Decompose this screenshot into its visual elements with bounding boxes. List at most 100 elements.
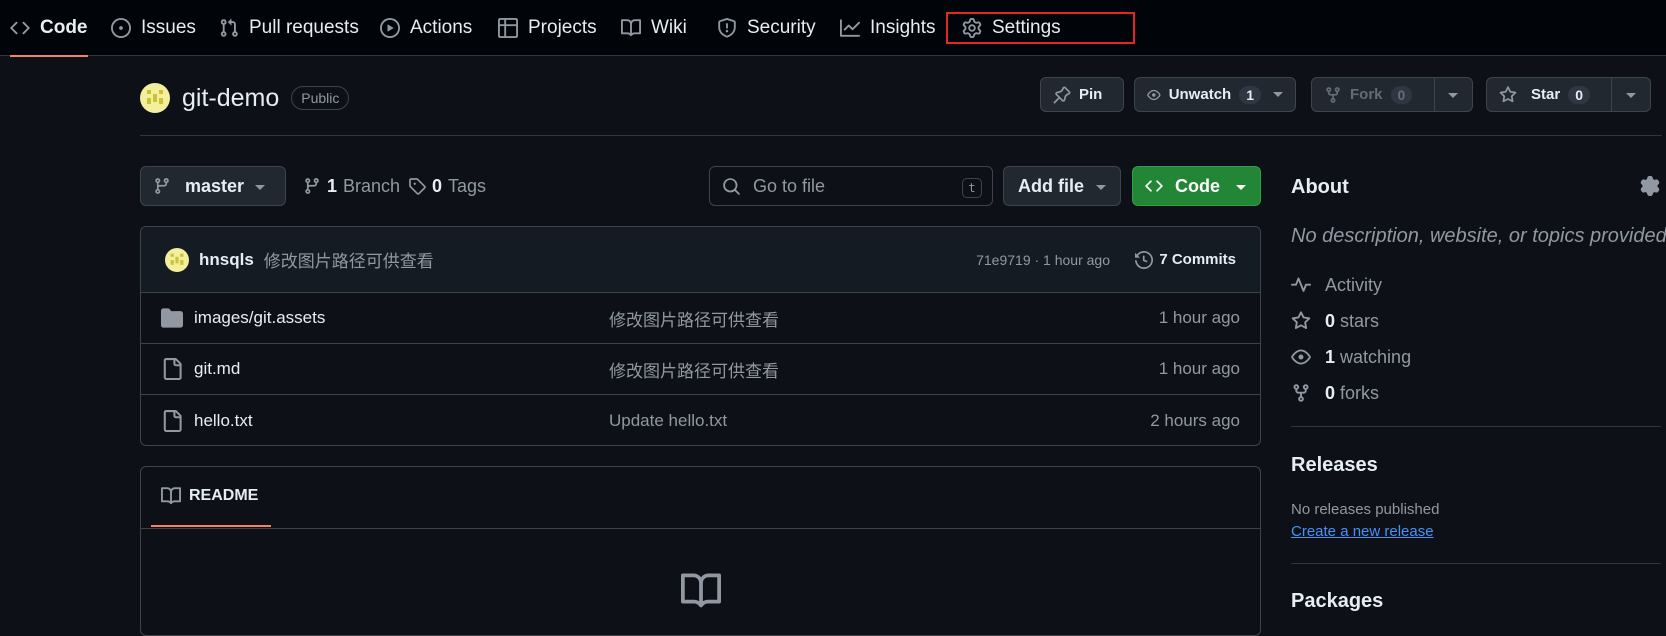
fork-button[interactable]: Fork 0 <box>1311 77 1473 112</box>
identicon-icon <box>170 253 184 265</box>
watch-count: 1 <box>1239 85 1261 104</box>
readme-tab[interactable]: README <box>151 467 271 527</box>
visibility-badge: Public <box>291 86 350 110</box>
commit-message[interactable]: 修改图片路径可供查看 <box>264 247 434 272</box>
branch-selector[interactable]: master <box>140 166 286 206</box>
packages-title[interactable]: Packages <box>1291 590 1383 613</box>
watching-label: watching <box>1340 346 1412 367</box>
commits-count: 7 Commits <box>1159 251 1236 268</box>
file-icon <box>163 358 182 380</box>
commit-hash-time[interactable]: 71e9719 · 1 hour ago <box>976 252 1110 268</box>
graph-icon <box>840 19 860 37</box>
sidebar-divider <box>1291 426 1661 427</box>
chevron-down-icon[interactable] <box>1448 93 1458 98</box>
pin-icon <box>1053 86 1071 103</box>
go-to-file-input[interactable]: Go to file t <box>709 166 993 206</box>
file-icon <box>163 409 182 432</box>
add-file-button[interactable]: Add file <box>1003 166 1121 206</box>
chevron-down-icon <box>1096 185 1106 190</box>
forks-link[interactable]: 0 forks <box>1291 380 1379 406</box>
file-name[interactable]: images/git.assets <box>194 308 325 328</box>
commits-link[interactable]: 7 Commits <box>1135 250 1236 269</box>
issue-icon <box>111 18 131 38</box>
file-commit-message[interactable]: 修改图片路径可供查看 <box>609 357 779 382</box>
header-divider <box>140 135 1662 136</box>
forks-count: 0 <box>1325 382 1336 403</box>
button-divider <box>1611 78 1612 111</box>
code-button[interactable]: Code <box>1132 166 1261 206</box>
tag-icon <box>409 178 426 195</box>
shield-icon <box>718 18 736 38</box>
file-time: 2 hours ago <box>1150 410 1240 430</box>
pull-request-icon <box>220 18 238 37</box>
tab-security[interactable]: Security <box>717 0 816 56</box>
book-icon <box>681 573 721 608</box>
chevron-down-icon <box>1236 185 1246 190</box>
avatar[interactable] <box>165 247 189 272</box>
tab-insights[interactable]: Insights <box>840 0 935 56</box>
unwatch-button[interactable]: Unwatch 1 <box>1134 77 1296 112</box>
tab-label: Pull requests <box>249 17 359 38</box>
eye-icon <box>1147 89 1161 100</box>
tab-label: Insights <box>870 17 936 38</box>
avatar[interactable] <box>140 83 170 113</box>
file-row[interactable]: hello.txt Update hello.txt 2 hours ago <box>141 395 1260 445</box>
tab-label: Security <box>747 17 816 38</box>
pulse-icon <box>1291 277 1311 292</box>
file-name[interactable]: hello.txt <box>194 411 253 431</box>
stars-label: stars <box>1340 310 1380 331</box>
chevron-down-icon <box>255 185 265 190</box>
settings-highlight-box <box>946 12 1135 44</box>
tags-link[interactable]: 0 Tags <box>408 166 486 206</box>
tab-code[interactable]: Code <box>10 0 88 57</box>
branches-link[interactable]: 1 Branch <box>303 166 400 206</box>
eye-icon <box>1291 349 1311 365</box>
file-time: 1 hour ago <box>1158 308 1240 327</box>
pin-button[interactable]: Pin <box>1040 77 1124 112</box>
chevron-down-icon <box>1273 92 1283 97</box>
chevron-down-icon[interactable] <box>1626 93 1636 98</box>
gear-icon[interactable] <box>1640 176 1660 196</box>
branch-count: 1 <box>327 175 338 196</box>
file-row[interactable]: git.md 修改图片路径可供查看 1 hour ago <box>141 344 1260 395</box>
file-browser: hnsqls 修改图片路径可供查看 71e9719 · 1 hour ago 7… <box>140 226 1261 446</box>
fork-label: Fork <box>1350 86 1383 103</box>
pin-label: Pin <box>1079 86 1103 103</box>
tab-issues[interactable]: Issues <box>111 0 196 56</box>
fork-count: 0 <box>1390 85 1413 104</box>
shortcut-key: t <box>962 178 982 198</box>
search-icon <box>723 177 740 195</box>
file-commit-message[interactable]: Update hello.txt <box>609 411 727 431</box>
branch-count-label: Branch <box>343 175 401 196</box>
unwatch-label: Unwatch <box>1168 86 1232 103</box>
button-divider <box>1434 78 1435 111</box>
releases-title[interactable]: Releases <box>1291 454 1378 477</box>
latest-commit-bar: hnsqls 修改图片路径可供查看 71e9719 · 1 hour ago 7… <box>141 227 1260 293</box>
tab-label: Wiki <box>651 17 687 38</box>
play-icon <box>380 18 400 38</box>
star-label: Star <box>1531 86 1561 103</box>
create-release-link[interactable]: Create a new release <box>1291 523 1434 540</box>
tag-count: 0 <box>432 175 443 196</box>
watching-count: 1 <box>1325 346 1336 367</box>
file-row[interactable]: images/git.assets 修改图片路径可供查看 1 hour ago <box>141 293 1260 344</box>
add-file-label: Add file <box>1018 175 1084 196</box>
fork-icon <box>1326 86 1340 103</box>
code-button-label: Code <box>1175 175 1220 196</box>
tab-wiki[interactable]: Wiki <box>621 0 687 56</box>
tab-label: Issues <box>141 17 196 38</box>
no-releases-text: No releases published <box>1291 501 1440 518</box>
repo-nav: Code Issues Pull requests Actions Projec… <box>0 0 1666 57</box>
activity-link[interactable]: Activity <box>1291 272 1382 298</box>
tab-projects[interactable]: Projects <box>498 0 597 56</box>
commit-author[interactable]: hnsqls <box>199 250 254 270</box>
file-commit-message[interactable]: 修改图片路径可供查看 <box>609 306 779 331</box>
stars-link[interactable]: 0 stars <box>1291 308 1379 334</box>
tab-actions[interactable]: Actions <box>380 0 472 56</box>
repo-name[interactable]: git-demo <box>182 84 279 113</box>
watching-link[interactable]: 1 watching <box>1291 344 1411 370</box>
file-name[interactable]: git.md <box>194 359 240 379</box>
star-button[interactable]: Star 0 <box>1486 77 1651 112</box>
tab-pull-requests[interactable]: Pull requests <box>219 0 359 56</box>
file-time: 1 hour ago <box>1158 359 1240 378</box>
